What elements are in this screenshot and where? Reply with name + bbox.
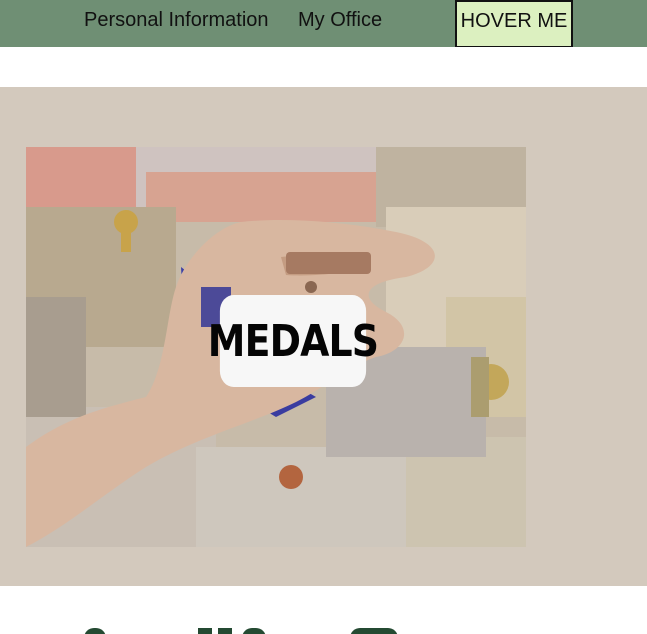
peek-icon-5 <box>350 628 398 634</box>
top-navigation-bar: Personal Information My Office HOVER ME <box>0 0 647 48</box>
medals-card-label[interactable]: MEDALS <box>208 295 379 387</box>
peek-icon-1 <box>84 628 106 634</box>
hover-me-label: HOVER ME <box>460 10 568 32</box>
gallery-section: MEDALS <box>0 87 647 586</box>
peek-icon-4 <box>242 628 266 634</box>
peek-icon-3 <box>218 628 232 634</box>
medals-photo[interactable]: MEDALS <box>26 147 526 547</box>
peek-icon-2 <box>198 628 212 634</box>
next-section-preview <box>0 586 647 634</box>
hover-me-button[interactable]: HOVER ME <box>455 0 573 48</box>
nav-link-my-office[interactable]: My Office <box>298 9 382 32</box>
spacer <box>0 47 647 87</box>
nav-link-personal-information[interactable]: Personal Information <box>84 9 269 32</box>
